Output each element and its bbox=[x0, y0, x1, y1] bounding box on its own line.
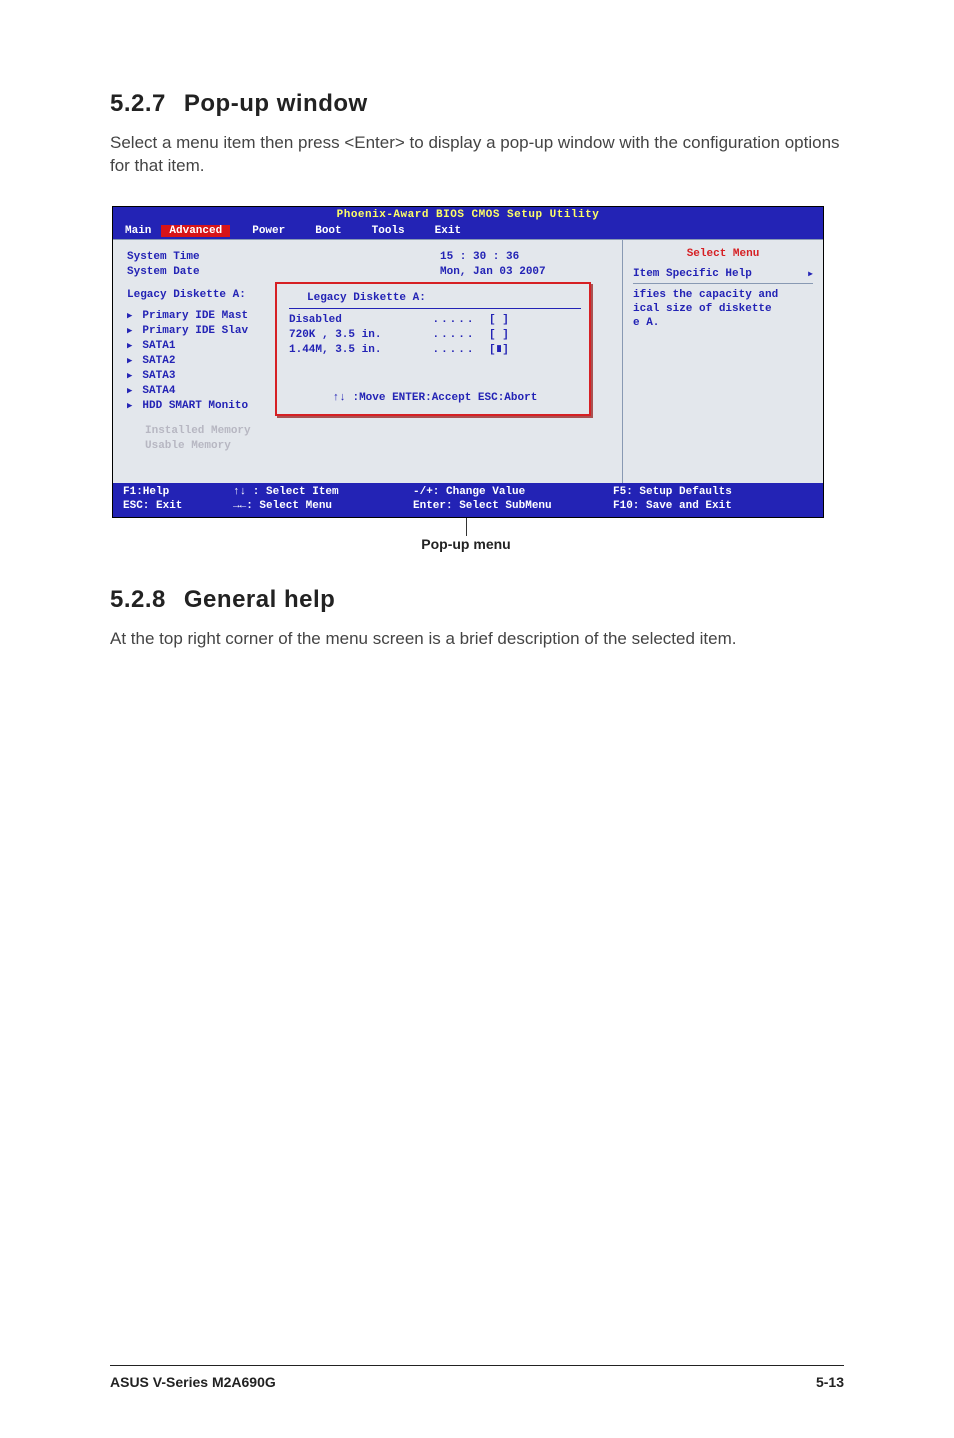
section-title: Pop-up window bbox=[184, 90, 368, 117]
footer-rule bbox=[110, 1365, 844, 1366]
popup-option-mark: [ ] bbox=[489, 328, 509, 343]
bios-footer: F1:Help ↑↓ : Select Item -/+: Change Val… bbox=[113, 483, 823, 517]
popup-option-720k[interactable]: 720K , 3.5 in. ..... [ ] bbox=[289, 328, 581, 343]
footer-f5: F5: Setup Defaults bbox=[613, 485, 813, 499]
bios-window: Phoenix-Award BIOS CMOS Setup Utility Ma… bbox=[112, 206, 824, 518]
menubar-tools[interactable]: Tools bbox=[354, 225, 417, 237]
pointer-line bbox=[466, 518, 467, 536]
item-specific-help-text: Item Specific Help bbox=[633, 268, 752, 280]
help-line-2: ical size of diskette bbox=[633, 302, 813, 316]
system-date-label: System Date bbox=[127, 265, 440, 280]
select-menu-label: Select Menu bbox=[633, 248, 813, 260]
installed-memory-row: Installed Memory bbox=[127, 424, 610, 439]
triangle-right-icon: ▶ bbox=[808, 269, 813, 279]
popup-option-label: 1.44M, 3.5 in. bbox=[289, 343, 419, 358]
menubar-main[interactable]: Main bbox=[119, 225, 161, 237]
system-date-value: Mon, Jan 03 2007 bbox=[440, 265, 610, 280]
bios-menubar: Main Advanced Power Boot Tools Exit bbox=[113, 223, 823, 239]
popup-option-disabled[interactable]: Disabled ..... [ ] bbox=[289, 313, 581, 328]
triangle-icon: ▶ bbox=[127, 339, 132, 354]
section-5-2-7-heading: 5.2.7 Pop-up window bbox=[110, 90, 844, 118]
submenu-label: SATA1 bbox=[142, 339, 175, 354]
triangle-icon: ▶ bbox=[127, 369, 132, 384]
popup-option-label: 720K , 3.5 in. bbox=[289, 328, 419, 343]
help-body: ifies the capacity and ical size of disk… bbox=[633, 288, 813, 330]
system-time-row[interactable]: System Time 15 : 30 : 36 bbox=[127, 250, 610, 265]
popup-divider bbox=[289, 308, 581, 309]
popup-option-144m[interactable]: 1.44M, 3.5 in. ..... [∎] bbox=[289, 343, 581, 358]
bios-title: Phoenix-Award BIOS CMOS Setup Utility bbox=[113, 207, 823, 223]
system-time-value: 15 : 30 : 36 bbox=[440, 250, 610, 265]
footer-right: 5-13 bbox=[816, 1374, 844, 1390]
popup-title: Legacy Diskette A: bbox=[307, 292, 581, 304]
help-line-3: e A. bbox=[633, 316, 813, 330]
section-number: 5.2.8 bbox=[110, 586, 166, 613]
section-number: 5.2.7 bbox=[110, 90, 166, 117]
popup-nav-hint: ↑↓ :Move ENTER:Accept ESC:Abort bbox=[289, 392, 581, 404]
footer-updown: ↑↓ : Select Item bbox=[233, 485, 413, 499]
footer-enter: Enter: Select SubMenu bbox=[413, 499, 613, 513]
submenu-label: SATA3 bbox=[142, 369, 175, 384]
section-5-2-8-heading: 5.2.8 General help bbox=[110, 586, 844, 614]
popup-option-label: Disabled bbox=[289, 313, 419, 328]
system-time-label: System Time bbox=[127, 250, 440, 265]
popup-window: Legacy Diskette A: Disabled ..... [ ] 72… bbox=[275, 282, 591, 416]
popup-option-dots: ..... bbox=[419, 328, 489, 343]
usable-memory-label: Usable Memory bbox=[145, 439, 610, 454]
submenu-label: SATA2 bbox=[142, 354, 175, 369]
bios-left-pane: System Time 15 : 30 : 36 System Date Mon… bbox=[113, 240, 623, 483]
figure-caption: Pop-up menu bbox=[110, 536, 822, 552]
menubar-exit[interactable]: Exit bbox=[417, 225, 473, 237]
menubar-boot[interactable]: Boot bbox=[297, 225, 353, 237]
triangle-icon: ▶ bbox=[127, 399, 132, 414]
usable-memory-row: Usable Memory bbox=[127, 439, 610, 454]
bios-body: System Time 15 : 30 : 36 System Date Mon… bbox=[113, 239, 823, 483]
submenu-label: SATA4 bbox=[142, 384, 175, 399]
triangle-icon: ▶ bbox=[127, 309, 132, 324]
submenu-label: Primary IDE Mast bbox=[142, 309, 248, 324]
menubar-advanced[interactable]: Advanced bbox=[161, 225, 230, 237]
caption-wrap: Pop-up menu bbox=[110, 518, 822, 562]
popup-option-mark: [∎] bbox=[489, 343, 509, 358]
footer-plusminus: -/+: Change Value bbox=[413, 485, 613, 499]
installed-memory-label: Installed Memory bbox=[145, 424, 610, 439]
footer-f1: F1:Help bbox=[123, 485, 233, 499]
footer-f10: F10: Save and Exit bbox=[613, 499, 813, 513]
triangle-icon: ▶ bbox=[127, 384, 132, 399]
popup-option-mark: [ ] bbox=[489, 313, 509, 328]
popup-option-dots: ..... bbox=[419, 343, 489, 358]
page-footer: ASUS V-Series M2A690G 5-13 bbox=[0, 1365, 954, 1390]
footer-esc: ESC: Exit bbox=[123, 499, 233, 513]
popup-option-dots: ..... bbox=[419, 313, 489, 328]
menubar-power[interactable]: Power bbox=[234, 225, 297, 237]
section-5-2-7-body: Select a menu item then press <Enter> to… bbox=[110, 132, 844, 178]
section-title: General help bbox=[184, 586, 335, 613]
system-date-row[interactable]: System Date Mon, Jan 03 2007 bbox=[127, 265, 610, 280]
triangle-icon: ▶ bbox=[127, 354, 132, 369]
submenu-label: HDD SMART Monito bbox=[142, 399, 248, 414]
footer-leftright: →←: Select Menu bbox=[233, 499, 413, 513]
footer-left: ASUS V-Series M2A690G bbox=[110, 1374, 276, 1390]
item-specific-help-label: Item Specific Help ▶ bbox=[633, 268, 813, 284]
submenu-label: Primary IDE Slav bbox=[142, 324, 248, 339]
bios-right-pane: Select Menu Item Specific Help ▶ ifies t… bbox=[623, 240, 823, 483]
triangle-icon: ▶ bbox=[127, 324, 132, 339]
help-line-1: ifies the capacity and bbox=[633, 288, 813, 302]
section-5-2-8-body: At the top right corner of the menu scre… bbox=[110, 628, 844, 651]
